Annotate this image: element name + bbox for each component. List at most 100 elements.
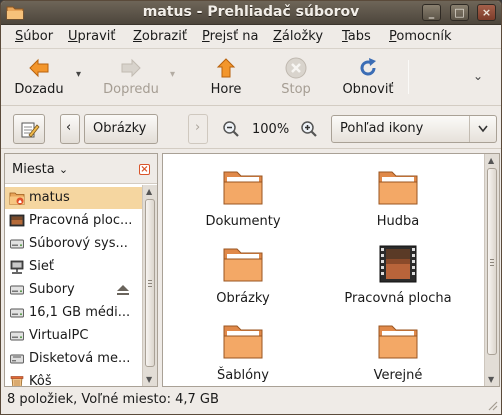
back-button[interactable]: Dozadu — [9, 54, 69, 102]
folder-icon — [223, 171, 263, 205]
menu-zobrazit[interactable]: Zobraziť — [133, 29, 187, 44]
chevron-down-icon: ⌄ — [58, 163, 69, 176]
edit-pencil-icon — [21, 122, 40, 138]
scroll-up-arrow-icon[interactable]: ▲ — [146, 187, 154, 196]
scroll-down-arrow-icon[interactable]: ▼ — [146, 375, 154, 384]
chevron-left-icon: ‹ — [66, 120, 72, 135]
places-item-network[interactable]: Sieť — [5, 256, 142, 278]
places-item-desktop[interactable]: Pracovná ploc... — [5, 210, 142, 232]
chevron-down-icon: ▾ — [76, 69, 82, 80]
places-item-label: VirtualPC — [29, 328, 89, 343]
places-item-label: Súborový sys... — [29, 236, 128, 251]
chevron-down-icon — [478, 125, 488, 133]
reload-button[interactable]: Obnoviť — [337, 54, 399, 102]
desktop-icon — [9, 214, 25, 227]
places-scrollbar[interactable]: ▲ ▼ — [142, 185, 157, 386]
drive-icon — [10, 331, 24, 341]
toolbar-overflow-button[interactable]: ⌄ — [473, 69, 483, 83]
title-bar[interactable]: matus - Prehliadač súborov _ □ × — [1, 1, 501, 25]
close-icon: × — [140, 164, 149, 175]
close-icon: × — [481, 6, 492, 19]
stop-button[interactable]: Stop — [273, 54, 319, 102]
icon-view-scrollbar-thumb[interactable] — [487, 168, 497, 355]
folder-icon — [223, 325, 263, 359]
drive-icon — [10, 239, 24, 249]
reload-icon — [360, 58, 376, 76]
view-mode-select[interactable]: Pohľad ikony — [331, 115, 497, 143]
path-scroll-left-button[interactable]: ‹ — [60, 114, 80, 144]
side-pane-close-button[interactable]: × — [139, 164, 150, 175]
zoom-in-button[interactable] — [300, 120, 318, 138]
chevron-down-icon: ▾ — [170, 69, 176, 80]
zoom-in-icon — [301, 121, 317, 137]
menu-subor[interactable]: Súbor — [15, 29, 53, 44]
file-item-label: Hudba — [376, 214, 420, 229]
file-item-label: Šablóny — [217, 368, 269, 383]
home-folder-icon — [9, 192, 25, 205]
stop-icon — [285, 57, 307, 79]
file-item-sablony[interactable]: Šablóny — [173, 320, 313, 386]
forward-button[interactable]: Dopredu — [100, 54, 162, 102]
scroll-up-arrow-icon[interactable]: ▲ — [488, 156, 496, 165]
side-pane-selector[interactable]: Miesta ⌄ — [12, 162, 68, 177]
file-item-verejne[interactable]: Verejné — [328, 320, 468, 386]
places-item-label: 16,1 GB médi... — [29, 305, 131, 320]
chevron-right-icon: › — [195, 120, 201, 135]
folder-icon — [223, 248, 263, 282]
menu-prejst-na[interactable]: Prejsť na — [202, 29, 259, 44]
chevron-down-icon: ⌄ — [473, 69, 484, 83]
maximize-button[interactable]: □ — [450, 4, 469, 21]
places-item-label: Pracovná ploc... — [29, 213, 133, 228]
places-item-home[interactable]: matus — [5, 187, 142, 209]
menu-upravit[interactable]: Upraviť — [68, 29, 115, 44]
zoom-level: 100% — [252, 122, 290, 137]
up-label: Hore — [210, 82, 242, 97]
file-item-hudba[interactable]: Hudba — [328, 166, 468, 242]
maximize-icon: □ — [454, 6, 465, 19]
places-item-filesystem[interactable]: Súborový sys... — [5, 233, 142, 255]
forward-arrow-icon — [121, 58, 141, 78]
file-item-label: Obrázky — [216, 291, 270, 306]
up-arrow-icon — [216, 58, 236, 78]
places-item-floppy[interactable]: Disketová me... — [5, 348, 142, 370]
folder-icon — [378, 325, 418, 359]
toolbar-separator — [408, 60, 409, 94]
path-button-obrazky[interactable]: Obrázky — [84, 114, 158, 144]
places-item-label: matus — [29, 190, 70, 205]
file-item-obrazky[interactable]: Obrázky — [173, 243, 313, 319]
forward-label: Dopredu — [103, 82, 159, 97]
eject-icon[interactable] — [116, 283, 130, 297]
zoom-out-button[interactable] — [222, 120, 240, 138]
scroll-down-arrow-icon[interactable]: ▼ — [488, 375, 496, 384]
places-item-label: Subory — [29, 282, 75, 297]
location-bar: ‹ Obrázky › 100% Pohľad ikony — [1, 107, 501, 149]
places-item-media[interactable]: 16,1 GB médi... — [5, 302, 142, 324]
minimize-button[interactable]: _ — [422, 4, 441, 21]
places-scrollbar-thumb[interactable] — [145, 199, 155, 367]
close-button[interactable]: × — [477, 4, 496, 21]
menu-bar: Súbor Upraviť Zobraziť Prejsť na Záložky… — [1, 25, 501, 49]
toggle-location-entry-button[interactable] — [13, 114, 45, 144]
forward-history-dropdown[interactable]: ▾ — [170, 69, 175, 80]
file-item-label: Pracovná plocha — [344, 291, 452, 306]
places-item-subory[interactable]: Subory — [5, 279, 142, 301]
floppy-icon — [10, 354, 24, 364]
places-item-virtualpc[interactable]: VirtualPC — [5, 325, 142, 347]
places-item-trash[interactable]: Kôš — [5, 371, 142, 387]
back-arrow-icon — [29, 58, 49, 78]
menu-pomocnik[interactable]: Pomocník — [389, 29, 452, 44]
back-history-dropdown[interactable]: ▾ — [76, 69, 81, 80]
menu-tabs[interactable]: Tabs — [342, 29, 371, 44]
trash-icon — [10, 376, 24, 386]
file-item-pracovna-plocha[interactable]: Pracovná plocha — [328, 243, 468, 319]
up-button[interactable]: Hore — [201, 54, 251, 102]
file-item-dokumenty[interactable]: Dokumenty — [173, 166, 313, 242]
stop-label: Stop — [281, 82, 311, 97]
icon-view-scrollbar[interactable]: ▲ ▼ — [484, 154, 499, 386]
file-item-label: Verejné — [373, 368, 423, 383]
network-icon — [10, 260, 24, 274]
resize-grip-icon[interactable] — [486, 399, 498, 411]
places-item-label: Kôš — [29, 374, 52, 387]
menu-zalozky[interactable]: Záložky — [273, 29, 323, 44]
path-scroll-right-button[interactable]: › — [188, 114, 208, 144]
